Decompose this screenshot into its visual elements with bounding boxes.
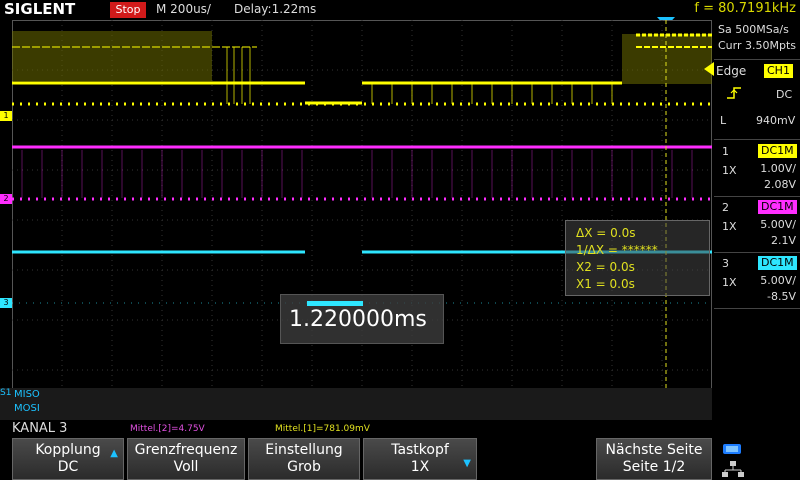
channel-coupling-badge: DC1M [758,144,797,158]
trigger-type: Edge [716,64,747,78]
usb-storage-icon [723,444,741,454]
cursor-inverse-delta-x: 1/ΔX = ****** [576,243,658,257]
arrow-up-icon: ▲ [110,448,118,459]
decode-bus-badge: S1 [0,388,12,398]
frequency-counter: f = 80.7191kHz [694,1,796,16]
channel-number: 3 [722,257,729,270]
arrow-down-icon: ▼ [463,458,471,469]
cursor-x1: X1 = 0.0s [576,277,635,291]
softkey-probe[interactable]: Tastkopf 1X ▼ [363,438,477,480]
probe-factor: 1X [722,164,737,177]
channel1-offset-marker[interactable]: 1 [0,111,12,121]
decode-bus-area: S1 MISO MOSI [0,388,712,420]
network-icon [722,461,744,477]
system-status-icons [716,440,800,480]
softkey-adjust[interactable]: Einstellung Grob [248,438,360,480]
acquisition-info: Sa 500MSa/s Curr 3.50Mpts [714,20,800,60]
delay-indicator-bar [307,301,363,306]
vertical-offset: 2.08V [763,178,796,191]
softkey-label: Einstellung [265,442,343,458]
channel-number: 2 [722,201,729,214]
vertical-scale: 5.00V/ [760,274,796,287]
softkey-label: Kopplung [35,442,101,458]
channel-coupling-badge: DC1M [758,256,797,270]
top-status-bar: SIGLENT Stop M 200us/ Delay:1.22ms f = 8… [0,0,800,20]
timebase-readout: M 200us/ [156,2,211,16]
trigger-panel[interactable]: Edge CH1 DC L 940mV [714,60,800,140]
trigger-coupling: DC [776,88,793,101]
memory-depth: Curr 3.50Mpts [718,39,797,52]
channel-coupling-badge: DC1M [758,200,797,214]
trigger-source-badge: CH1 [764,64,793,78]
probe-factor: 1X [722,276,737,289]
run-stop-indicator[interactable]: Stop [110,2,146,18]
softkey-value: Voll [173,459,199,475]
softkey-value: 1X [410,459,430,475]
channel3-info[interactable]: 3 DC1M 1X 5.00V/ -8.5V [714,254,800,309]
softkey-bandwidth-limit[interactable]: Grenzfrequenz Voll [127,438,245,480]
status-line: KANAL 3 Mittel.[2]=4.75V Mittel.[1]=781.… [0,420,800,438]
cursor-delta-x: ΔX = 0.0s [576,226,636,240]
channel2-info[interactable]: 2 DC1M 1X 5.00V/ 2.1V [714,198,800,253]
measurement-mean-ch2: Mittel.[2]=4.75V [130,424,205,434]
measurement-mean-ch1: Mittel.[1]=781.09mV [275,424,370,434]
channel2-offset-marker[interactable]: 2 [0,194,12,204]
cursor-readout: ΔX = 0.0s 1/ΔX = ****** X2 = 0.0s X1 = 0… [565,220,710,296]
delay-value: 1.220000ms [289,307,427,332]
menu-title: KANAL 3 [12,421,68,436]
softkey-label: Nächste Seite [605,442,703,458]
vertical-scale: 5.00V/ [760,218,796,231]
trigger-level-label: L [720,114,727,127]
trigger-level-value: 940mV [756,114,796,127]
cursor-x2: X2 = 0.0s [576,260,635,274]
channel-number: 1 [722,145,729,158]
softkey-coupling[interactable]: Kopplung DC ▲ [12,438,124,480]
decode-line-miso: MISO [14,389,40,400]
delay-readout-top: Delay:1.22ms [234,2,317,16]
brand-logo: SIGLENT [4,0,76,18]
sample-rate: Sa 500MSa/s [718,23,789,36]
softkey-label: Grenzfrequenz [134,442,238,458]
softkey-next-page[interactable]: Nächste Seite Seite 1/2 [596,438,712,480]
softkey-label: Tastkopf [391,442,449,458]
softkey-value: Grob [287,459,321,475]
vertical-offset: -8.5V [767,290,796,303]
rising-edge-icon [727,87,741,99]
vertical-offset: 2.1V [770,234,796,247]
trigger-level-marker-icon[interactable] [704,62,714,76]
softkey-value: DC [57,459,79,475]
channel1-info[interactable]: 1 DC1M 1X 1.00V/ 2.08V [714,142,800,197]
softkey-menu: Kopplung DC ▲ Grenzfrequenz Voll Einstel… [0,438,800,480]
channel3-offset-marker[interactable]: 3 [0,298,12,308]
decode-line-mosi: MOSI [14,403,40,414]
vertical-scale: 1.00V/ [760,162,796,175]
softkey-value: Seite 1/2 [622,459,686,475]
delay-readout-popup: 1.220000ms [280,294,444,344]
probe-factor: 1X [722,220,737,233]
